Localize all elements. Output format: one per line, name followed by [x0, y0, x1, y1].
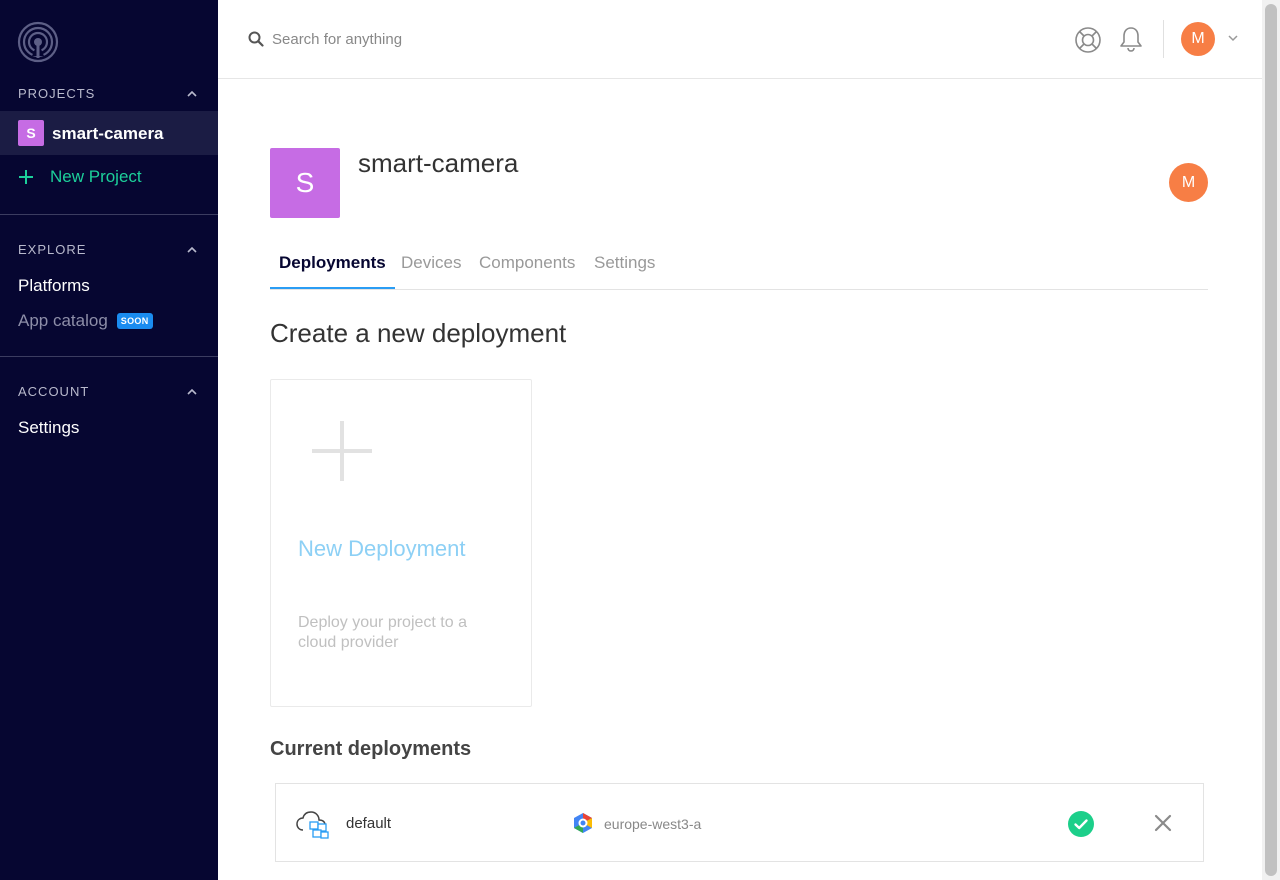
chevron-up-icon[interactable]	[186, 386, 198, 398]
explore-section-title: EXPLORE	[18, 242, 87, 257]
account-section-title: ACCOUNT	[18, 384, 90, 399]
tab-deployments[interactable]: Deployments	[270, 253, 395, 289]
chevron-down-icon[interactable]	[1227, 33, 1239, 43]
account-section-header[interactable]: ACCOUNT	[0, 382, 218, 402]
deployment-row[interactable]: default europe-west3-a	[275, 783, 1204, 862]
soon-badge: SOON	[116, 313, 153, 329]
tab-components[interactable]: Components	[479, 253, 575, 289]
success-check-icon	[1068, 811, 1094, 837]
sidebar-item-platforms[interactable]: Platforms	[18, 276, 90, 296]
google-cloud-icon	[574, 813, 592, 833]
sidebar-item-app-catalog[interactable]: App catalog SOON	[18, 311, 153, 331]
sidebar-divider	[0, 214, 218, 215]
search-input[interactable]	[270, 28, 610, 50]
sidebar-divider	[0, 356, 218, 357]
chevron-up-icon[interactable]	[186, 244, 198, 256]
new-project-button[interactable]: New Project	[18, 165, 142, 189]
project-tabs: Deployments Devices Components Settings	[270, 250, 1208, 290]
scrollbar-thumb[interactable]	[1265, 4, 1277, 876]
sidebar: PROJECTS S smart-camera New Project EXPL…	[0, 0, 218, 880]
topbar-separator	[1163, 20, 1164, 58]
plus-icon	[19, 170, 33, 184]
app-logo-icon[interactable]	[16, 20, 60, 64]
sidebar-item-settings[interactable]: Settings	[18, 418, 79, 438]
delete-close-icon[interactable]	[1154, 814, 1172, 832]
app-catalog-label: App catalog	[18, 311, 108, 330]
current-deployments-heading: Current deployments	[270, 738, 472, 760]
explore-section-header[interactable]: EXPLORE	[0, 240, 218, 260]
cloud-cubes-icon	[296, 811, 329, 839]
project-member-avatar[interactable]: M	[1169, 163, 1208, 202]
page-title: smart-camera	[358, 148, 519, 178]
new-project-label: New Project	[50, 167, 142, 186]
user-avatar[interactable]: M	[1181, 22, 1215, 56]
deployment-region: europe-west3-a	[604, 816, 702, 832]
search-icon	[248, 31, 264, 47]
new-deployment-card[interactable]: New Deployment Deploy your project to a …	[270, 379, 532, 707]
bell-icon[interactable]	[1118, 25, 1144, 53]
tab-settings[interactable]: Settings	[594, 253, 655, 289]
projects-section-title: PROJECTS	[18, 86, 96, 101]
new-deployment-title: New Deployment	[298, 536, 466, 561]
plus-icon	[312, 421, 372, 481]
tab-devices[interactable]: Devices	[401, 253, 461, 289]
lifebuoy-help-icon[interactable]	[1074, 26, 1102, 54]
topbar: M	[218, 0, 1262, 79]
projects-section-header[interactable]: PROJECTS	[0, 84, 218, 104]
project-badge: S	[18, 120, 44, 146]
create-deployment-heading: Create a new deployment	[270, 318, 567, 348]
chevron-up-icon[interactable]	[186, 88, 198, 100]
project-name: smart-camera	[52, 124, 164, 143]
sidebar-item-smart-camera[interactable]: S smart-camera	[0, 111, 218, 155]
deployment-name: default	[346, 815, 392, 832]
new-deployment-description: Deploy your project to a cloud provider	[298, 614, 467, 651]
project-badge-large: S	[270, 148, 340, 218]
